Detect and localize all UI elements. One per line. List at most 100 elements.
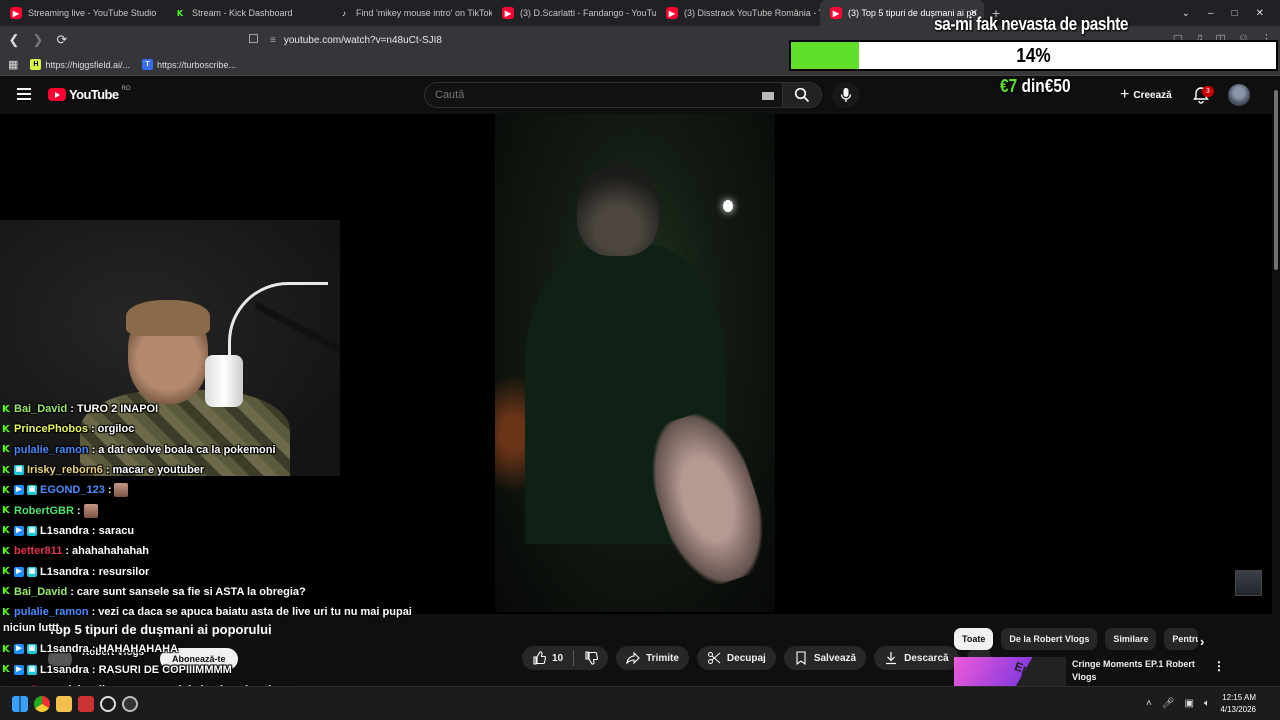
site-info-icon[interactable]: ≡ [270,35,276,46]
chat-username[interactable]: PrincePhobos [14,423,88,435]
chat-message: Kbetter811: ahahahahahah [2,541,422,561]
chat-username[interactable]: Irisky_reborn6 [27,464,103,476]
chevron-down-icon[interactable]: ⌄ [1182,8,1190,19]
filter-chip[interactable]: Toate [954,628,994,650]
kick-badge-icon: K [2,606,10,618]
save-button[interactable]: Salvează [783,646,867,670]
chevron-right-icon[interactable]: › [1200,634,1204,649]
chat-username[interactable]: L1sandra [40,643,89,655]
app-icon[interactable] [78,696,94,712]
minimize-icon[interactable]: – [1208,8,1214,19]
kick-badge-icon: K [2,505,10,517]
miniplayer-thumbnail[interactable] [1235,570,1262,596]
chat-username[interactable]: Bai_David [14,586,67,598]
chat-username[interactable]: better811 [14,545,62,557]
browser-tab[interactable]: ▶ (3) Disstrack YouTube România - You [656,0,820,26]
share-button[interactable]: Trimite [616,646,689,670]
chat-text: saracu [98,524,135,537]
kick-badge-icon: K [2,423,10,435]
reload-icon[interactable]: ⟳ [52,32,72,48]
chat-message: K PrincePhobos: orgiloc [2,419,422,439]
address-bar[interactable]: ≡ youtube.com/watch?v=n48uCt-SJI8 [270,29,790,51]
keyboard-icon[interactable] [762,92,774,100]
chat-username[interactable]: L1sandra [40,664,89,676]
download-button[interactable]: Descarcă [874,646,959,670]
kick-icon: K [174,7,186,19]
filter-chip[interactable]: Similare [1105,628,1157,650]
account-avatar[interactable] [1228,84,1250,106]
bookmark-turboscribe[interactable]: T https://turboscribe... [141,59,236,70]
download-label: Descarcă [904,652,949,664]
filter-chip[interactable]: Pentru [1164,628,1199,650]
dislike-icon[interactable] [584,651,599,665]
clock-time: 12:15 AM [1222,693,1256,702]
forward-icon[interactable]: ❯ [28,32,48,48]
clip-button[interactable]: Decupaj [696,646,776,670]
chat-username[interactable]: pulalie_ramon [14,606,89,618]
url-text[interactable]: youtube.com/watch?v=n48uCt-SJI8 [284,35,442,46]
chat-username[interactable]: EGOND_123 [40,484,105,496]
chat-text: care sunt sansele sa fie si ASTA la obre… [76,585,306,598]
maximize-icon[interactable]: □ [1232,8,1238,19]
chrome-icon[interactable] [34,696,50,712]
voice-search-button[interactable] [832,82,860,108]
close-window-icon[interactable]: ✕ [1256,8,1264,19]
windows-start-icon[interactable] [12,696,28,712]
emote-icon [114,483,129,498]
like-icon[interactable] [532,651,546,665]
apps-icon[interactable]: ▦ [8,58,18,71]
more-options-icon[interactable]: ⋮ [1213,659,1225,673]
chat-message: K ▶ ▣ EGOND_123: [2,480,422,500]
menu-icon[interactable] [17,88,31,100]
bookmark-icon[interactable]: ☐ [248,32,259,46]
os-taskbar: ˄ 🎤︎ ▣ 🔈︎ 12:15 AM 4/13/2026 [0,686,1280,720]
chat-username[interactable]: L1sandra [40,566,89,578]
chat-text: macar e youtuber [112,464,205,477]
donation-percent: 14% [1016,45,1051,67]
filter-chip[interactable]: De la Robert Vlogs [1001,628,1098,650]
kick-badge-icon: K [2,484,10,496]
search-icon[interactable] [100,696,116,712]
chat-message: K ▶ ▣ L1sandra: resursilor [2,561,422,581]
youtube-logo[interactable]: YouTube RO [48,86,130,102]
create-button[interactable]: + Creează [1112,84,1180,106]
bookmark-higgsfield[interactable]: H https://higgsfield.ai/... [30,59,130,70]
browser-tab[interactable]: ▶ (3) D.Scarlatti - Fandango - YouTube [492,0,656,26]
chat-message: K RobertGBR: [2,500,422,520]
tab-title: Stream - Kick Dashboard [192,8,293,18]
chat-username[interactable]: pulalie_ramon [14,444,89,456]
search-input[interactable] [435,89,735,101]
search-button[interactable] [782,82,822,108]
page-scrollbar[interactable] [1272,76,1280,686]
chat-username[interactable]: RobertGBR [14,505,74,517]
chat-message: K ▣ Irisky_reborn6: macar e youtuber [2,460,422,480]
chat-message: K ▶ ▣ L1sandra: saracu [2,521,422,541]
chat-username[interactable]: Bai_David [14,403,67,415]
network-icon[interactable]: ▣ [1185,698,1194,709]
chevron-up-icon[interactable]: ˄ [1146,698,1152,709]
chat-text: RASURI DE COPIIIMMMM [98,663,232,676]
browser-tab[interactable]: K Stream - Kick Dashboard [164,0,328,26]
taskbar-clock[interactable]: 12:15 AM 4/13/2026 [1220,692,1256,716]
scrollbar-thumb[interactable] [1274,90,1278,270]
chat-separator: : [90,423,95,436]
recommendation-title[interactable]: Cringe Moments EP.1 Robert Vlogs [1072,658,1202,684]
chat-separator: : [91,643,96,656]
folder-icon[interactable] [56,696,72,712]
back-icon[interactable]: ❮ [4,32,24,48]
volume-icon[interactable]: 🔈︎ [1204,698,1210,709]
obs-icon[interactable] [122,696,138,712]
kick-badge-icon: K [2,464,10,476]
microphone-icon[interactable]: 🎤︎ [1162,698,1175,709]
browser-tab[interactable]: ♪ Find 'mikey mouse intro' on TikTok | [328,0,492,26]
chat-username[interactable]: L1sandra [40,525,89,537]
logo-text: YouTube [69,87,119,102]
browser-tab[interactable]: ▶ Streaming live - YouTube Studio [0,0,164,26]
donation-goal: €50 [1044,76,1071,96]
tab-title: Streaming live - YouTube Studio [28,8,157,18]
youtube-play-icon [48,88,66,101]
youtube-masthead: YouTube RO + Creează [0,76,1280,114]
kick-badge-icon: K [2,566,10,578]
chat-separator: : [91,565,96,578]
search-box [424,82,786,108]
